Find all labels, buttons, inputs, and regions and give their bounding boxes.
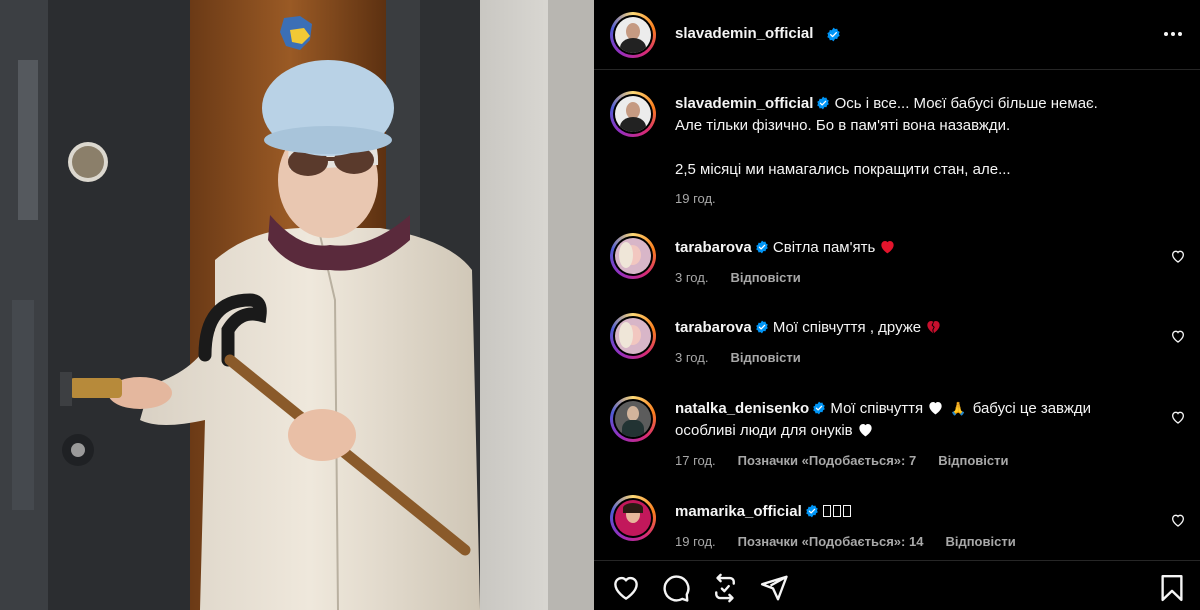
comment-time: 3 год. bbox=[675, 270, 709, 285]
more-horizontal-icon bbox=[1164, 32, 1168, 36]
comment-text: natalka_denisenko Мої співчуття 🙏 бабусі… bbox=[675, 398, 1145, 442]
comment-meta: 19 год. Позначки «Подобається»: 14 Відпо… bbox=[675, 534, 1016, 549]
verified-badge-icon bbox=[755, 240, 768, 254]
comment-text: tarabarova Світла пам'ять bbox=[675, 237, 1145, 259]
verified-badge-icon bbox=[805, 504, 818, 518]
more-options-button[interactable] bbox=[1160, 24, 1186, 44]
comment-icon[interactable] bbox=[661, 573, 691, 603]
post-header: slavademin_official bbox=[594, 0, 1200, 70]
comment-meta: 3 год. Відповісти bbox=[675, 270, 801, 285]
author-username[interactable]: slavademin_official bbox=[675, 25, 813, 42]
comments-list[interactable]: slavademin_official Ось і все... Моєї ба… bbox=[594, 71, 1200, 551]
white-heart-icon bbox=[929, 402, 942, 415]
send-icon[interactable] bbox=[759, 573, 789, 603]
caption-avatar[interactable] bbox=[610, 91, 656, 137]
caption-line-2: Але тільки фізично. Бо в пам'яті вона на… bbox=[675, 117, 1011, 134]
comment-like-heart-icon[interactable] bbox=[1170, 328, 1186, 344]
comment-meta: 17 год. Позначки «Подобається»: 7 Відпов… bbox=[675, 453, 1008, 468]
post-photo[interactable] bbox=[0, 0, 594, 610]
verified-badge-icon bbox=[827, 27, 840, 42]
comment-like-heart-icon[interactable] bbox=[1170, 512, 1186, 528]
white-heart-icon bbox=[859, 424, 872, 437]
bookmark-icon[interactable] bbox=[1157, 573, 1187, 603]
comment-body-3: особливі люди для онуків bbox=[675, 422, 853, 439]
post-actions bbox=[594, 560, 1200, 610]
comment-meta: 3 год. Відповісти bbox=[675, 350, 801, 365]
caption-line-3: 2,5 місяці ми намагались покращити стан,… bbox=[675, 161, 1011, 178]
reply-button[interactable]: Відповісти bbox=[730, 270, 800, 285]
red-heart-icon bbox=[881, 241, 894, 254]
verified-badge-icon bbox=[755, 320, 768, 334]
author-avatar[interactable] bbox=[610, 12, 656, 58]
caption-meta: 19 год. bbox=[675, 191, 716, 206]
comment-text: mamarika_official bbox=[675, 501, 1145, 523]
comment-like-heart-icon[interactable] bbox=[1170, 409, 1186, 425]
reply-button[interactable]: Відповісти bbox=[945, 534, 1015, 549]
repost-icon[interactable] bbox=[710, 573, 740, 603]
commenter-username[interactable]: tarabarova bbox=[675, 239, 752, 256]
likes-count[interactable]: Позначки «Подобається»: 14 bbox=[738, 534, 924, 549]
photo-illustration bbox=[0, 0, 594, 610]
verified-badge-icon bbox=[817, 96, 830, 110]
commenter-avatar[interactable] bbox=[610, 313, 656, 359]
pray-hands-icon: 🙏 bbox=[950, 401, 967, 416]
unsupported-emoji-glyphs bbox=[822, 503, 853, 520]
comment-text: tarabarova Мої співчуття , друже bbox=[675, 317, 1145, 339]
caption-line-1: Ось і все... Моєї бабусі більше немає. bbox=[834, 95, 1098, 112]
comment-like-heart-icon[interactable] bbox=[1170, 248, 1186, 264]
commenter-username[interactable]: mamarika_official bbox=[675, 503, 802, 520]
comment-body: Мої співчуття , друже bbox=[772, 319, 922, 336]
post-panel: slavademin_official slavademin_official … bbox=[594, 0, 1200, 610]
commenter-avatar[interactable] bbox=[610, 396, 656, 442]
comment-time: 17 год. bbox=[675, 453, 716, 468]
comment-body: Мої співчуття bbox=[830, 400, 924, 417]
commenter-avatar[interactable] bbox=[610, 233, 656, 279]
comment-time: 19 год. bbox=[675, 534, 716, 549]
likes-count[interactable]: Позначки «Подобається»: 7 bbox=[738, 453, 917, 468]
heart-outline-icon[interactable] bbox=[611, 573, 641, 603]
comment-body: Світла пам'ять bbox=[772, 239, 876, 256]
caption-time: 19 год. bbox=[675, 191, 716, 206]
commenter-avatar[interactable] bbox=[610, 495, 656, 541]
caption-text: slavademin_official Ось і все... Моєї ба… bbox=[675, 93, 1145, 181]
comment-body-2: бабусі це завжди bbox=[972, 400, 1092, 417]
reply-button[interactable]: Відповісти bbox=[730, 350, 800, 365]
caption-username[interactable]: slavademin_official bbox=[675, 95, 813, 112]
verified-badge-icon bbox=[813, 401, 826, 415]
commenter-username[interactable]: natalka_denisenko bbox=[675, 400, 809, 417]
comment-time: 3 год. bbox=[675, 350, 709, 365]
reply-button[interactable]: Відповісти bbox=[938, 453, 1008, 468]
commenter-username[interactable]: tarabarova bbox=[675, 319, 752, 336]
broken-heart-icon bbox=[927, 321, 940, 334]
